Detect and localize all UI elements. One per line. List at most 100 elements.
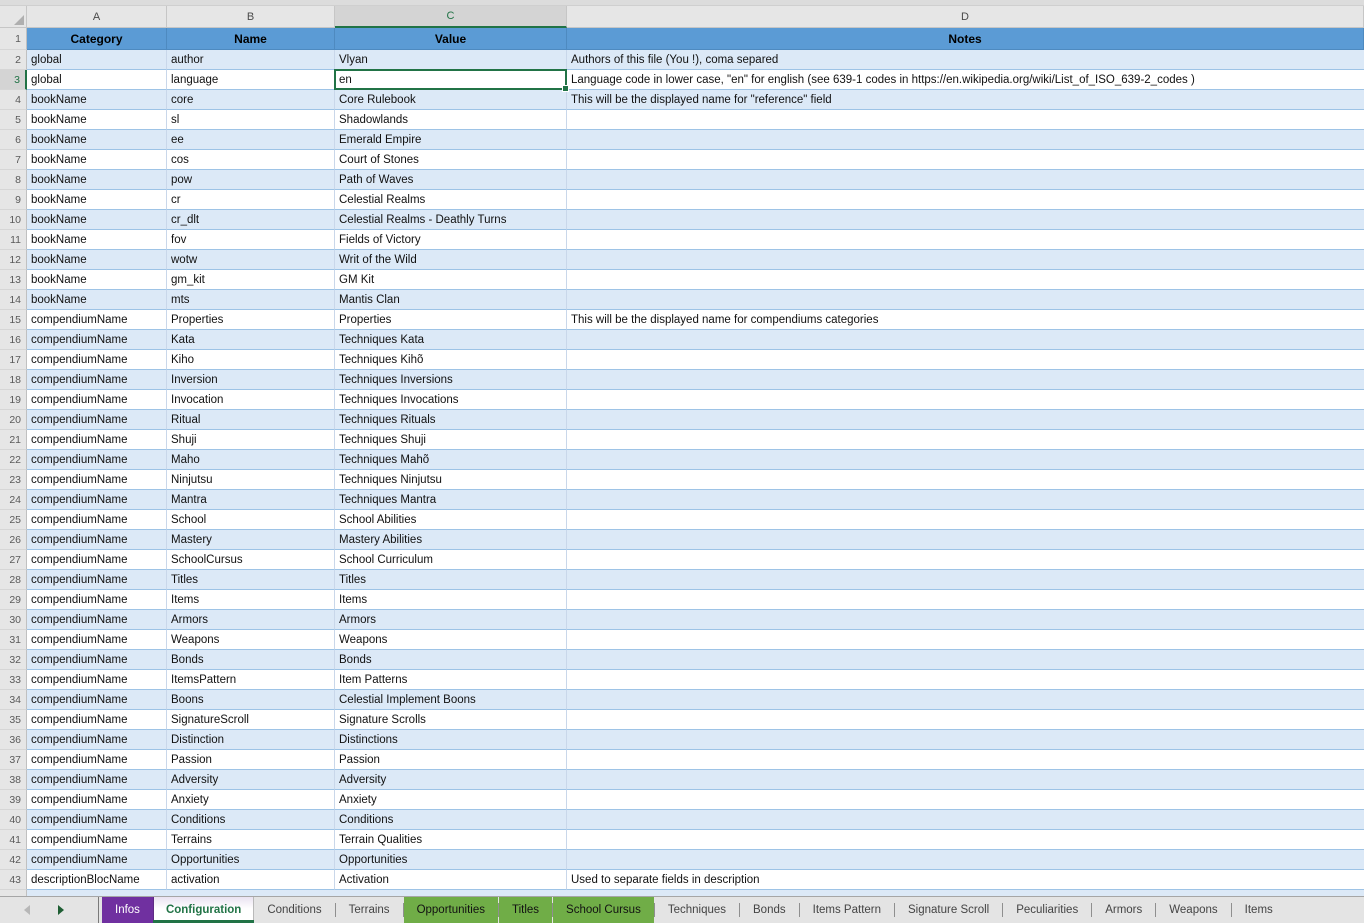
cell-C36[interactable]: Distinctions bbox=[335, 730, 567, 750]
row-header-28[interactable]: 28 bbox=[0, 570, 27, 590]
row-header-36[interactable]: 36 bbox=[0, 730, 27, 750]
cell-B35[interactable]: SignatureScroll bbox=[167, 710, 335, 730]
row-header-43[interactable]: 43 bbox=[0, 870, 27, 890]
cell-A13[interactable]: bookName bbox=[27, 270, 167, 290]
cell-B25[interactable]: School bbox=[167, 510, 335, 530]
cell-B6[interactable]: ee bbox=[167, 130, 335, 150]
sheet-tab-titles[interactable]: Titles bbox=[499, 897, 552, 923]
row-header-13[interactable]: 13 bbox=[0, 270, 27, 290]
cell-B3[interactable]: language bbox=[167, 70, 335, 90]
cell-B23[interactable]: Ninjutsu bbox=[167, 470, 335, 490]
row-header-23[interactable]: 23 bbox=[0, 470, 27, 490]
cell-D10[interactable] bbox=[567, 210, 1364, 230]
cell-A40[interactable]: compendiumName bbox=[27, 810, 167, 830]
row-header-31[interactable]: 31 bbox=[0, 630, 27, 650]
cell-C29[interactable]: Items bbox=[335, 590, 567, 610]
cell-C22[interactable]: Techniques Mahõ bbox=[335, 450, 567, 470]
cell-D30[interactable] bbox=[567, 610, 1364, 630]
row-header-11[interactable]: 11 bbox=[0, 230, 27, 250]
cell-D13[interactable] bbox=[567, 270, 1364, 290]
cell-D21[interactable] bbox=[567, 430, 1364, 450]
cell-C20[interactable]: Techniques Rituals bbox=[335, 410, 567, 430]
cell-A23[interactable]: compendiumName bbox=[27, 470, 167, 490]
sheet-tab-items-pattern[interactable]: Items Pattern bbox=[800, 897, 894, 923]
cell-B42[interactable]: Opportunities bbox=[167, 850, 335, 870]
cell-A32[interactable]: compendiumName bbox=[27, 650, 167, 670]
cell-D36[interactable] bbox=[567, 730, 1364, 750]
cell-C25[interactable]: School Abilities bbox=[335, 510, 567, 530]
row-header-32[interactable]: 32 bbox=[0, 650, 27, 670]
cell-D38[interactable] bbox=[567, 770, 1364, 790]
sheet-tab-bonds[interactable]: Bonds bbox=[740, 897, 799, 923]
sheet-tab-conditions[interactable]: Conditions bbox=[254, 897, 334, 923]
row-header-29[interactable]: 29 bbox=[0, 590, 27, 610]
cell-C32[interactable]: Bonds bbox=[335, 650, 567, 670]
cell-D31[interactable] bbox=[567, 630, 1364, 650]
cell-C16[interactable]: Techniques Kata bbox=[335, 330, 567, 350]
cell-B1[interactable]: Name bbox=[167, 28, 335, 50]
cell-C10[interactable]: Celestial Realms - Deathly Turns bbox=[335, 210, 567, 230]
cell-B43[interactable]: activation bbox=[167, 870, 335, 890]
sheet-tab-terrains[interactable]: Terrains bbox=[336, 897, 403, 923]
row-header-38[interactable]: 38 bbox=[0, 770, 27, 790]
row-header-24[interactable]: 24 bbox=[0, 490, 27, 510]
cell-C27[interactable]: School Curriculum bbox=[335, 550, 567, 570]
cell-D29[interactable] bbox=[567, 590, 1364, 610]
cell-C6[interactable]: Emerald Empire bbox=[335, 130, 567, 150]
cell-D12[interactable] bbox=[567, 250, 1364, 270]
sheet-tab-opportunities[interactable]: Opportunities bbox=[404, 897, 498, 923]
cell-A3[interactable]: global bbox=[27, 70, 167, 90]
cell-A5[interactable]: bookName bbox=[27, 110, 167, 130]
sheet-tab-configuration[interactable]: Configuration bbox=[153, 897, 254, 923]
cell-D37[interactable] bbox=[567, 750, 1364, 770]
row-header-7[interactable]: 7 bbox=[0, 150, 27, 170]
row-header-15[interactable]: 15 bbox=[0, 310, 27, 330]
cell-B20[interactable]: Ritual bbox=[167, 410, 335, 430]
cell-B4[interactable]: core bbox=[167, 90, 335, 110]
cell-D4[interactable]: This will be the displayed name for "ref… bbox=[567, 90, 1364, 110]
cell-C11[interactable]: Fields of Victory bbox=[335, 230, 567, 250]
cell-A35[interactable]: compendiumName bbox=[27, 710, 167, 730]
cell-C38[interactable]: Adversity bbox=[335, 770, 567, 790]
row-header-35[interactable]: 35 bbox=[0, 710, 27, 730]
cell-C2[interactable]: Vlyan bbox=[335, 50, 567, 70]
cell-C7[interactable]: Court of Stones bbox=[335, 150, 567, 170]
cell-C31[interactable]: Weapons bbox=[335, 630, 567, 650]
cell-A9[interactable]: bookName bbox=[27, 190, 167, 210]
cell-A25[interactable]: compendiumName bbox=[27, 510, 167, 530]
cell-D34[interactable] bbox=[567, 690, 1364, 710]
cell-A14[interactable]: bookName bbox=[27, 290, 167, 310]
cell-D43[interactable]: Used to separate fields in description bbox=[567, 870, 1364, 890]
cell-C21[interactable]: Techniques Shuji bbox=[335, 430, 567, 450]
sheet-tab-armors[interactable]: Armors bbox=[1092, 897, 1155, 923]
cell-C26[interactable]: Mastery Abilities bbox=[335, 530, 567, 550]
cell-D39[interactable] bbox=[567, 790, 1364, 810]
cell-C41[interactable]: Terrain Qualities bbox=[335, 830, 567, 850]
cell-D23[interactable] bbox=[567, 470, 1364, 490]
cell-C8[interactable]: Path of Waves bbox=[335, 170, 567, 190]
cell-A8[interactable]: bookName bbox=[27, 170, 167, 190]
sheet-tab-items[interactable]: Items bbox=[1232, 897, 1286, 923]
cell-B40[interactable]: Conditions bbox=[167, 810, 335, 830]
cell-A7[interactable]: bookName bbox=[27, 150, 167, 170]
cell-B32[interactable]: Bonds bbox=[167, 650, 335, 670]
row-header-42[interactable]: 42 bbox=[0, 850, 27, 870]
row-header-9[interactable]: 9 bbox=[0, 190, 27, 210]
row-header-27[interactable]: 27 bbox=[0, 550, 27, 570]
cell-A38[interactable]: compendiumName bbox=[27, 770, 167, 790]
cell-B18[interactable]: Inversion bbox=[167, 370, 335, 390]
cell-D2[interactable]: Authors of this file (You !), coma separ… bbox=[567, 50, 1364, 70]
sheet-tab-signature-scroll[interactable]: Signature Scroll bbox=[895, 897, 1002, 923]
cell-B29[interactable]: Items bbox=[167, 590, 335, 610]
cell-A29[interactable]: compendiumName bbox=[27, 590, 167, 610]
row-header-25[interactable]: 25 bbox=[0, 510, 27, 530]
cell-D19[interactable] bbox=[567, 390, 1364, 410]
cell-C24[interactable]: Techniques Mantra bbox=[335, 490, 567, 510]
sheet-tab-weapons[interactable]: Weapons bbox=[1156, 897, 1230, 923]
row-header-1[interactable]: 1 bbox=[0, 28, 27, 50]
cell-C30[interactable]: Armors bbox=[335, 610, 567, 630]
cell-A21[interactable]: compendiumName bbox=[27, 430, 167, 450]
select-all-button[interactable] bbox=[0, 6, 27, 28]
cell-B5[interactable]: sl bbox=[167, 110, 335, 130]
cell-B9[interactable]: cr bbox=[167, 190, 335, 210]
